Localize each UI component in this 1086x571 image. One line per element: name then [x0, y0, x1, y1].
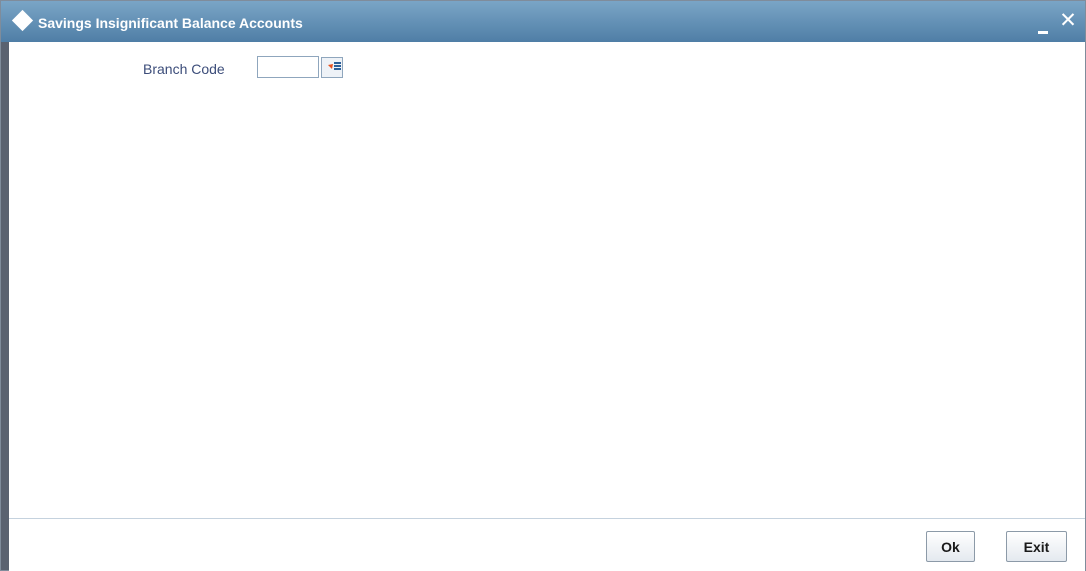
left-edge-bar [1, 42, 9, 570]
ok-button[interactable]: Ok [926, 531, 975, 562]
form-area [9, 42, 1085, 518]
close-icon[interactable]: ✕ [1057, 9, 1079, 33]
branch-code-label: Branch Code [143, 61, 225, 77]
window-diamond-icon [11, 9, 34, 32]
exit-button[interactable]: Exit [1006, 531, 1067, 562]
window-title: Savings Insignificant Balance Accounts [38, 15, 303, 31]
title-bar[interactable]: Savings Insignificant Balance Accounts ✕ [1, 1, 1085, 42]
lov-lines-icon [334, 62, 341, 73]
branch-code-input[interactable] [257, 56, 319, 78]
button-bar: Ok Exit [9, 518, 1085, 571]
dialog-window: Savings Insignificant Balance Accounts ✕… [0, 0, 1086, 571]
branch-code-lov-button[interactable] [321, 57, 343, 78]
minimize-icon[interactable] [1038, 31, 1048, 34]
list-of-values-icon [324, 64, 333, 73]
